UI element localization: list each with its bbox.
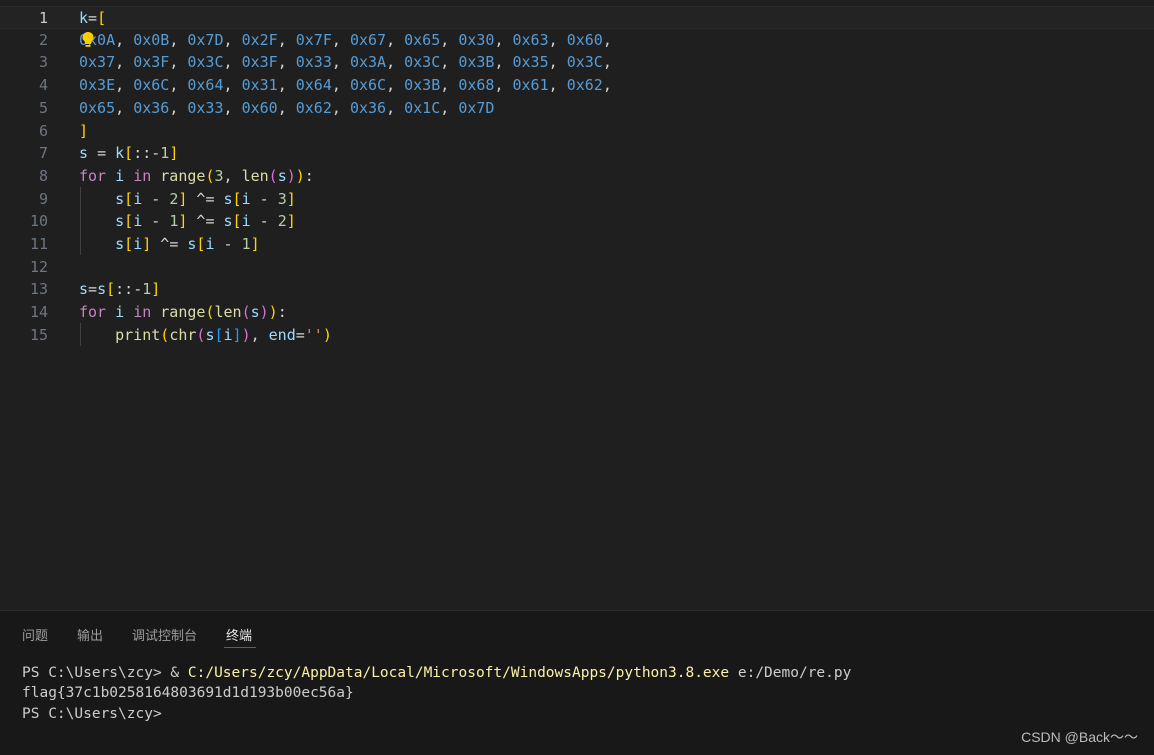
watermark: CSDN @Back～～ (1021, 729, 1138, 745)
line-number[interactable]: 10 (0, 210, 48, 233)
line-number[interactable]: 2 (0, 29, 48, 52)
line-number[interactable]: 3 (0, 51, 48, 74)
terminal-line: PS C:\Users\zcy> & C:/Users/zcy/AppData/… (22, 665, 851, 681)
code-line: 15 print(chr(s[i]), end='') (0, 324, 1154, 347)
code-text[interactable]: 0x0A, 0x0B, 0x7D, 0x2F, 0x7F, 0x67, 0x65… (79, 29, 612, 52)
code-line: 13 s=s[::-1] (0, 278, 1154, 301)
code-line: 14 for i in range(len(s)): (0, 301, 1154, 324)
line-number[interactable]: 6 (0, 120, 48, 143)
code-text[interactable]: 0x65, 0x36, 0x33, 0x60, 0x62, 0x36, 0x1C… (79, 97, 494, 120)
code-text[interactable]: 0x3E, 0x6C, 0x64, 0x31, 0x64, 0x6C, 0x3B… (79, 74, 612, 97)
line-number[interactable]: 5 (0, 97, 48, 120)
code-line: 2 0x0A, 0x0B, 0x7D, 0x2F, 0x7F, 0x67, 0x6… (0, 29, 1154, 52)
code-line: 7 s = k[::-1] (0, 142, 1154, 165)
code-text[interactable]: s = k[::-1] (79, 142, 178, 165)
line-number[interactable]: 15 (0, 324, 48, 347)
terminal-argument: e:/Demo/re.py (729, 665, 852, 681)
code-line: 3 0x37, 0x3F, 0x3C, 0x3F, 0x33, 0x3A, 0x3… (0, 51, 1154, 74)
code-text[interactable]: 0x37, 0x3F, 0x3C, 0x3F, 0x33, 0x3A, 0x3C… (79, 51, 612, 74)
code-text[interactable]: s=s[::-1] (79, 278, 160, 301)
line-number[interactable]: 14 (0, 301, 48, 324)
line-number[interactable]: 7 (0, 142, 48, 165)
lightbulb-icon[interactable] (81, 31, 95, 49)
bottom-panel: 问题 输出 调试控制台 终端 PS C:\Users\zcy> & C:/Use… (0, 610, 1154, 755)
line-number[interactable]: 13 (0, 278, 48, 301)
terminal-command: C:/Users/zcy/AppData/Local/Microsoft/Win… (187, 665, 730, 681)
code-line: 9 s[i - 2] ^= s[i - 3] (0, 188, 1154, 211)
code-line: 8 for i in range(3, len(s)): (0, 165, 1154, 188)
code-text[interactable]: ] (79, 120, 88, 143)
code-text[interactable]: s[i - 1] ^= s[i - 2] (79, 210, 296, 233)
active-tab-indicator (224, 647, 256, 648)
code-line: 12 (0, 256, 1154, 279)
line-number[interactable]: 9 (0, 188, 48, 211)
code-text[interactable]: k=[ (79, 7, 106, 30)
tab-output[interactable]: 输出 (77, 625, 103, 644)
code-text[interactable]: s[i] ^= s[i - 1] (79, 233, 260, 256)
line-number[interactable]: 8 (0, 165, 48, 188)
code-line: 10 s[i - 1] ^= s[i - 2] (0, 210, 1154, 233)
line-number[interactable]: 11 (0, 233, 48, 256)
code-text[interactable]: print(chr(s[i]), end='') (79, 324, 332, 347)
tab-problems[interactable]: 问题 (22, 625, 48, 644)
code-text[interactable]: for i in range(len(s)): (79, 301, 287, 324)
terminal-prompt: PS C:\Users\zcy> & (22, 665, 188, 681)
terminal-prompt-line: PS C:\Users\zcy> (22, 706, 162, 722)
code-line: 5 0x65, 0x36, 0x33, 0x60, 0x62, 0x36, 0x1… (0, 97, 1154, 120)
code-line: 6] (0, 120, 1154, 143)
tab-terminal[interactable]: 终端 (226, 625, 252, 644)
line-number[interactable]: 1 (0, 7, 48, 30)
code-editor[interactable]: 1 k=[ 2 0x0A, 0x0B, 0x7D, 0x2F, 0x7F, 0x67,… (0, 0, 1154, 610)
code-line: 1 k=[ (0, 6, 1154, 29)
code-text[interactable]: s[i - 2] ^= s[i - 3] (79, 188, 296, 211)
line-number[interactable]: 12 (0, 256, 48, 279)
code-line: 4 0x3E, 0x6C, 0x64, 0x31, 0x64, 0x6C, 0x3… (0, 74, 1154, 97)
code-text[interactable]: for i in range(3, len(s)): (79, 165, 314, 188)
tab-debug-console[interactable]: 调试控制台 (132, 625, 197, 644)
terminal-output: flag{37c1b0258164803691d1d193b00ec56a} (22, 685, 354, 701)
code-line: 11 s[i] ^= s[i - 1] (0, 233, 1154, 256)
line-number[interactable]: 4 (0, 74, 48, 97)
